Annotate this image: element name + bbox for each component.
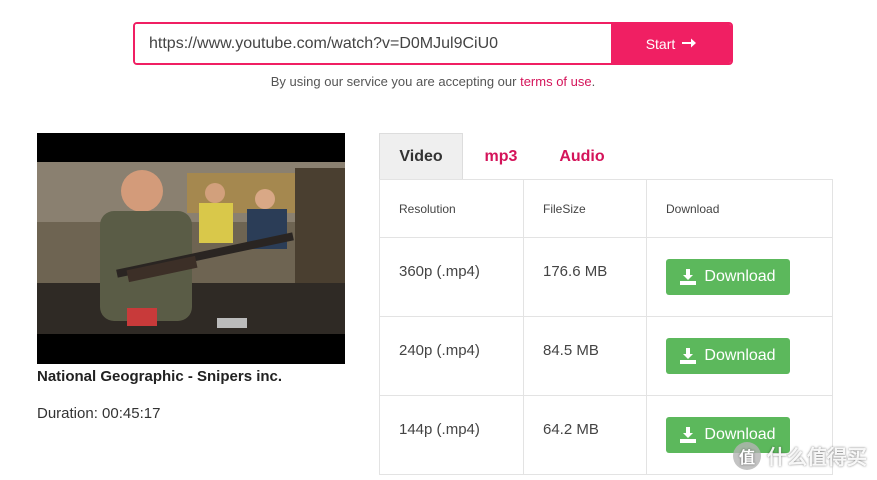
filesize-cell: 84.5 MB (524, 317, 647, 395)
download-button[interactable]: Download (666, 259, 790, 295)
tab-mp3[interactable]: mp3 (474, 133, 528, 180)
arrow-right-icon (682, 36, 697, 52)
video-duration: Duration: 00:45:17 (37, 405, 161, 422)
site-watermark: 值 什么值得买 (733, 441, 867, 470)
terms-prefix: By using our service you are accepting o… (270, 74, 521, 89)
url-search-bar: Start (133, 22, 733, 65)
resolution-cell: 360p (.mp4) (380, 238, 524, 316)
start-button[interactable]: Start (611, 24, 731, 63)
format-tabs: Video mp3 Audio (379, 133, 833, 180)
download-button-label: Download (704, 347, 776, 364)
terms-notice: By using our service you are accepting o… (0, 74, 866, 89)
download-cell: Download (647, 317, 832, 395)
resolution-cell: 144p (.mp4) (380, 396, 524, 474)
start-button-label: Start (645, 35, 676, 52)
download-button-label: Download (704, 268, 776, 285)
resolution-cell: 240p (.mp4) (380, 317, 524, 395)
terms-of-use-link[interactable]: terms of use (520, 74, 592, 89)
download-cell: Download (647, 238, 832, 316)
table-row: 360p (.mp4) 176.6 MB Download (380, 238, 832, 317)
url-input[interactable] (135, 24, 611, 63)
download-icon (680, 269, 697, 285)
header-filesize: FileSize (524, 180, 647, 237)
page: Start By using our service you are accep… (0, 0, 877, 480)
header-download: Download (666, 201, 720, 216)
video-title: National Geographic - Snipers inc. (37, 368, 283, 385)
filesize-cell: 64.2 MB (524, 396, 647, 474)
video-thumbnail[interactable] (37, 133, 345, 364)
header-resolution: Resolution (380, 180, 524, 237)
filesize-cell: 176.6 MB (524, 238, 647, 316)
download-button[interactable]: Download (666, 338, 790, 374)
tab-video[interactable]: Video (379, 133, 463, 180)
table-row: 240p (.mp4) 84.5 MB Download (380, 317, 832, 396)
download-icon (680, 427, 697, 443)
download-table: Resolution FileSize Download 360p (.mp4)… (379, 179, 833, 475)
download-icon (680, 348, 697, 364)
terms-suffix: . (591, 74, 596, 89)
watermark-logo-icon: 值 (733, 441, 761, 470)
watermark-text: 什么值得买 (767, 447, 867, 469)
tab-audio[interactable]: Audio (551, 133, 613, 180)
table-header-row: Resolution FileSize Download (380, 180, 832, 238)
